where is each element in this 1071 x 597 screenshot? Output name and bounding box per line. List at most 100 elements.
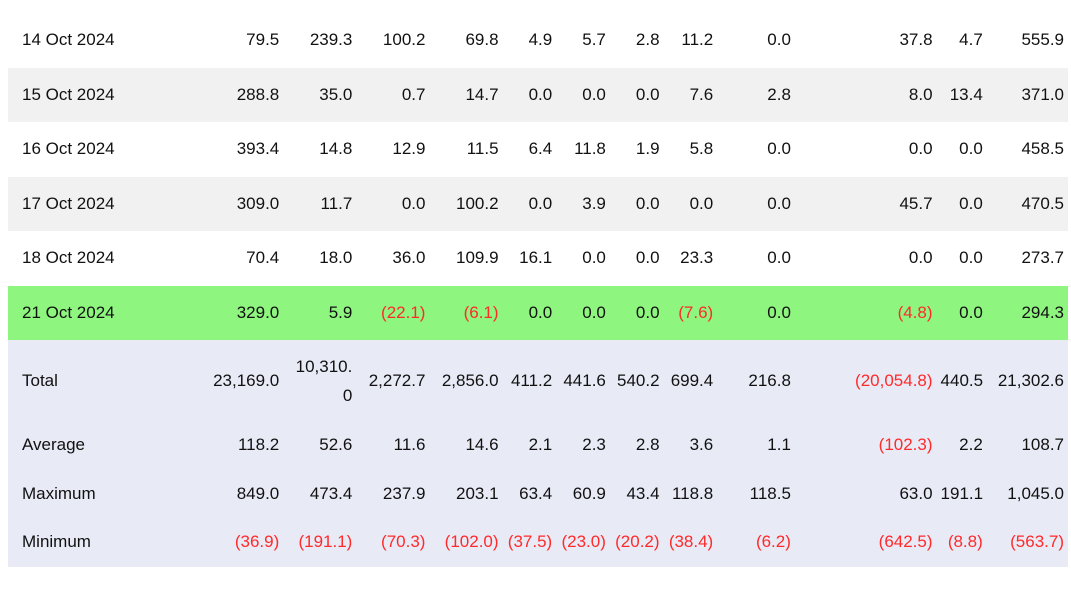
summary-value-cell: (36.9): [175, 518, 284, 567]
summary-value-cell: 21,302.6: [986, 340, 1068, 421]
value-cell: 0.0: [767, 30, 791, 50]
value-cell: 5.7: [582, 30, 606, 50]
value-cell: 0.0: [959, 139, 983, 159]
value-cell: 11.8: [574, 139, 606, 159]
value-cell: 0.0: [908, 139, 933, 159]
summary-value-cell: 108.7: [986, 421, 1068, 470]
summary-value-cell: 191.1: [936, 469, 987, 518]
table-row: 16 Oct 2024 393.4 14.8 12.9 11.5 6.4 11.8 1.9 5.…: [8, 122, 1068, 177]
row-date: 16 Oct 2024: [22, 139, 115, 159]
value-cell: 0.0: [556, 67, 610, 122]
value-cell: 8.0: [794, 67, 937, 122]
summary-value-cell: 440.5: [936, 340, 987, 421]
summary-value-cell: 1.1: [717, 421, 795, 470]
summary-value-cell: (23.0): [556, 518, 610, 567]
value-cell: 5.9: [283, 285, 357, 340]
value-cell: 14.7: [429, 67, 503, 122]
value-cell: 0.0: [556, 285, 610, 340]
value-cell: 0.0: [609, 67, 664, 122]
value-cell: 4.7: [959, 30, 983, 50]
value-cell: 0.0: [908, 248, 933, 268]
value-cell: 458.5: [1021, 139, 1064, 159]
summary-value-cell: (37.5): [502, 518, 557, 567]
summary-value-cell: 2,856.0: [429, 340, 503, 421]
value-cell: 2.8: [635, 30, 660, 50]
value-cell: 11.5: [466, 139, 499, 159]
value-cell: 100.2: [382, 30, 426, 50]
value-cell: 0.0: [717, 285, 795, 340]
row-date: 17 Oct 2024: [8, 176, 176, 231]
daily-values-table: 14 Oct 2024 79.5 239.3 100.2 69.8 4.9 5.7 2.8 11…: [8, 13, 1068, 567]
value-cell: 79.5: [246, 30, 280, 50]
value-cell: 100.2: [429, 176, 503, 231]
value-cell: 0.0: [609, 176, 664, 231]
summary-label: Average: [8, 421, 176, 470]
summary-value-cell: (70.3): [356, 518, 430, 567]
summary-value-cell: (102.3): [794, 421, 937, 470]
summary-value-cell: (6.2): [717, 518, 795, 567]
summary-value-cell: 118.8: [663, 469, 718, 518]
value-cell: 309.0: [175, 176, 284, 231]
value-cell: 23.3: [680, 248, 714, 268]
summary-value-cell: 10,310.0: [283, 340, 357, 421]
summary-value-cell: 2.8: [609, 421, 664, 470]
summary-value-cell: 203.1: [429, 469, 503, 518]
summary-value-cell: (642.5): [794, 518, 937, 567]
value-cell: 0.0: [502, 176, 557, 231]
value-cell: (22.1): [356, 285, 430, 340]
value-cell: 470.5: [986, 176, 1068, 231]
value-cell: 37.8: [899, 30, 933, 50]
summary-row-average: Average 118.2 52.6 11.6 14.6 2.1 2.3 2.8 3.6 1.1(…: [8, 421, 1068, 470]
summary-value-cell: 2.3: [556, 421, 610, 470]
table-row: 14 Oct 2024 79.5 239.3 100.2 69.8 4.9 5.7 2.8 11…: [8, 13, 1068, 68]
value-cell: 0.0: [717, 176, 795, 231]
summary-value-cell: 63.4: [502, 469, 557, 518]
summary-value-cell: 699.4: [663, 340, 718, 421]
row-date: 15 Oct 2024: [8, 67, 176, 122]
summary-value-cell: 23,169.0: [175, 340, 284, 421]
value-cell: 0.0: [936, 285, 987, 340]
value-cell: 69.8: [465, 30, 499, 50]
value-cell: 4.9: [528, 30, 553, 50]
value-cell: 2.8: [717, 67, 795, 122]
value-cell: 294.3: [986, 285, 1068, 340]
summary-value-cell: 3.6: [663, 421, 718, 470]
summary-value-cell: 2,272.7: [356, 340, 430, 421]
value-cell: 0.0: [609, 285, 664, 340]
summary-value-cell: 14.6: [429, 421, 503, 470]
value-cell: 11.2: [681, 30, 714, 50]
summary-value-cell: (8.8): [936, 518, 987, 567]
value-cell: 12.9: [392, 139, 426, 159]
value-cell: 0.0: [502, 285, 557, 340]
value-cell: 16.1: [519, 248, 553, 268]
value-cell: 70.4: [246, 248, 280, 268]
summary-value-cell: 63.0: [794, 469, 937, 518]
value-cell: 0.0: [582, 248, 606, 268]
row-date: 18 Oct 2024: [22, 248, 115, 268]
value-cell: 0.0: [936, 176, 987, 231]
summary-row-maximum: Maximum 849.0 473.4 237.9 203.1 63.4 60.9 43.4 1…: [8, 469, 1068, 518]
value-cell: 0.0: [767, 139, 791, 159]
summary-value-cell: 52.6: [283, 421, 357, 470]
value-cell: 0.0: [663, 176, 718, 231]
summary-value-cell: 1,045.0: [986, 469, 1068, 518]
value-cell: 7.6: [663, 67, 718, 122]
value-cell: (7.6): [663, 285, 718, 340]
summary-value-cell: 118.2: [175, 421, 284, 470]
summary-row-total: Total 23,169.0 10,310.0 2,272.7 2,856.0 411.2…: [8, 340, 1068, 421]
value-cell: 18.0: [319, 248, 353, 268]
summary-value-cell: 11.6: [356, 421, 430, 470]
table-body: 14 Oct 2024 79.5 239.3 100.2 69.8 4.9 5.7 2.8 11…: [8, 13, 1068, 567]
summary-value-cell: (38.4): [663, 518, 718, 567]
value-cell: 11.7: [283, 176, 357, 231]
summary-row-minimum: Minimum (36.9) (191.1) (70.3) (102.0) (37.5)(…: [8, 518, 1068, 567]
summary-value-cell: 43.4: [609, 469, 664, 518]
summary-value-cell: 473.4: [283, 469, 357, 518]
summary-value-cell: 237.9: [356, 469, 430, 518]
value-cell: 0.0: [959, 248, 983, 268]
value-cell: 6.4: [528, 139, 553, 159]
value-cell: 555.9: [1021, 30, 1064, 50]
value-cell: 35.0: [283, 67, 357, 122]
summary-value-cell: 216.8: [717, 340, 795, 421]
summary-value-cell: (20,054.8): [794, 340, 937, 421]
